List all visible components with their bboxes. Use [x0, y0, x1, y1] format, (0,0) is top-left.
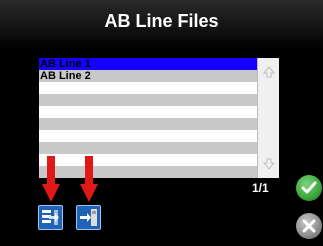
annotation-arrow-icon [80, 156, 98, 202]
cancel-button[interactable] [296, 213, 322, 239]
list-item[interactable] [39, 130, 257, 142]
list-item[interactable]: AB Line 1 [39, 58, 257, 70]
export-file-icon [80, 209, 97, 226]
list-item[interactable] [39, 94, 257, 106]
list-item[interactable] [39, 166, 257, 178]
list-item-label: AB Line 2 [40, 70, 91, 82]
import-button[interactable] [38, 205, 63, 230]
scroll-up-button[interactable] [258, 60, 279, 84]
ab-line-file-list[interactable]: AB Line 1 AB Line 2 [39, 58, 257, 178]
export-button[interactable] [76, 205, 101, 230]
up-arrow-icon [262, 66, 275, 78]
list-item-label: AB Line 1 [40, 58, 91, 70]
list-item[interactable] [39, 82, 257, 94]
import-list-icon [42, 210, 59, 225]
confirm-button[interactable] [296, 175, 322, 201]
list-scrollbar[interactable] [257, 58, 279, 178]
page-title: AB Line Files [104, 11, 219, 31]
list-item[interactable] [39, 106, 257, 118]
x-icon [302, 219, 316, 233]
checkmark-icon [301, 181, 317, 194]
title-bar: AB Line Files [0, 0, 323, 50]
page-indicator: 1/1 [252, 181, 269, 195]
annotation-arrow-icon [42, 156, 60, 202]
list-item[interactable] [39, 142, 257, 154]
list-item[interactable] [39, 118, 257, 130]
list-item[interactable] [39, 154, 257, 166]
down-arrow-icon [262, 158, 275, 170]
list-item[interactable]: AB Line 2 [39, 70, 257, 82]
scroll-down-button[interactable] [258, 152, 279, 176]
